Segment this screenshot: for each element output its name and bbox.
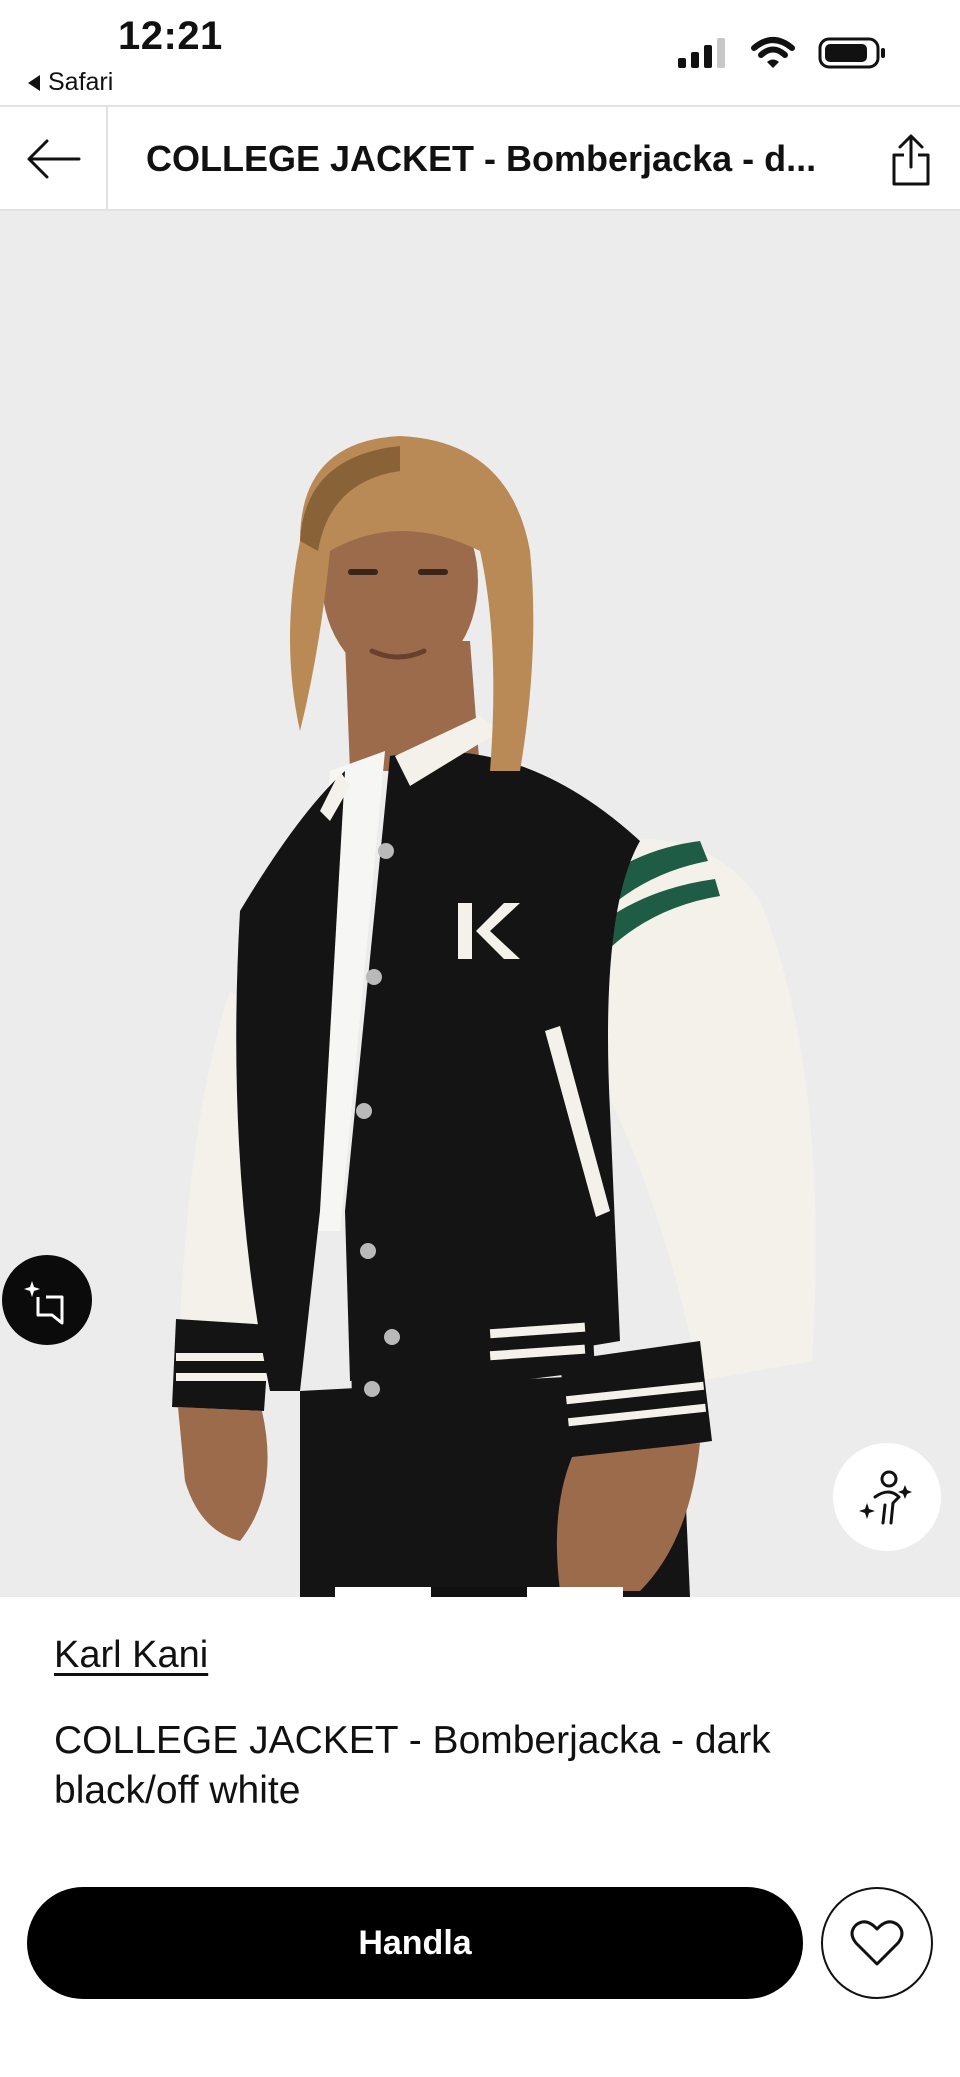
navigation-bar: COLLEGE JACKET - Bomberjacka - d... [0,105,960,211]
back-button[interactable] [0,107,108,211]
status-time: 12:21 [118,14,223,58]
status-bar: 12:21 Safari [0,0,960,105]
similar-items-button[interactable] [2,1255,92,1345]
product-photo [172,436,816,1597]
carousel-dot-active[interactable] [431,1587,527,1597]
product-image[interactable] [0,211,960,1597]
heart-icon [850,1920,904,1966]
fit-finder-button[interactable] [833,1443,941,1551]
back-to-app-link[interactable]: Safari [28,68,113,97]
wifi-icon [751,37,795,68]
carousel-indicator [335,1587,623,1597]
page-title: COLLEGE JACKET - Bomberjacka - d... [146,138,817,179]
carousel-dot[interactable] [527,1587,623,1597]
cellular-signal-icon [678,38,725,68]
buy-button[interactable]: Handla [27,1887,803,1999]
brand-link[interactable]: Karl Kani [54,1634,208,1677]
share-button[interactable] [876,125,946,195]
back-triangle-icon [28,74,40,91]
arrow-left-icon [27,139,81,179]
share-icon [892,134,930,186]
person-sparkle-icon [859,1470,912,1525]
product-name: COLLEGE JACKET - Bomberjacka - dark blac… [54,1719,771,1812]
back-app-label: Safari [48,68,114,96]
sparkle-crop-icon [24,1281,64,1325]
wishlist-button[interactable] [821,1887,933,1999]
carousel-dot[interactable] [335,1587,431,1597]
battery-icon [818,37,885,69]
status-icons [678,36,888,70]
